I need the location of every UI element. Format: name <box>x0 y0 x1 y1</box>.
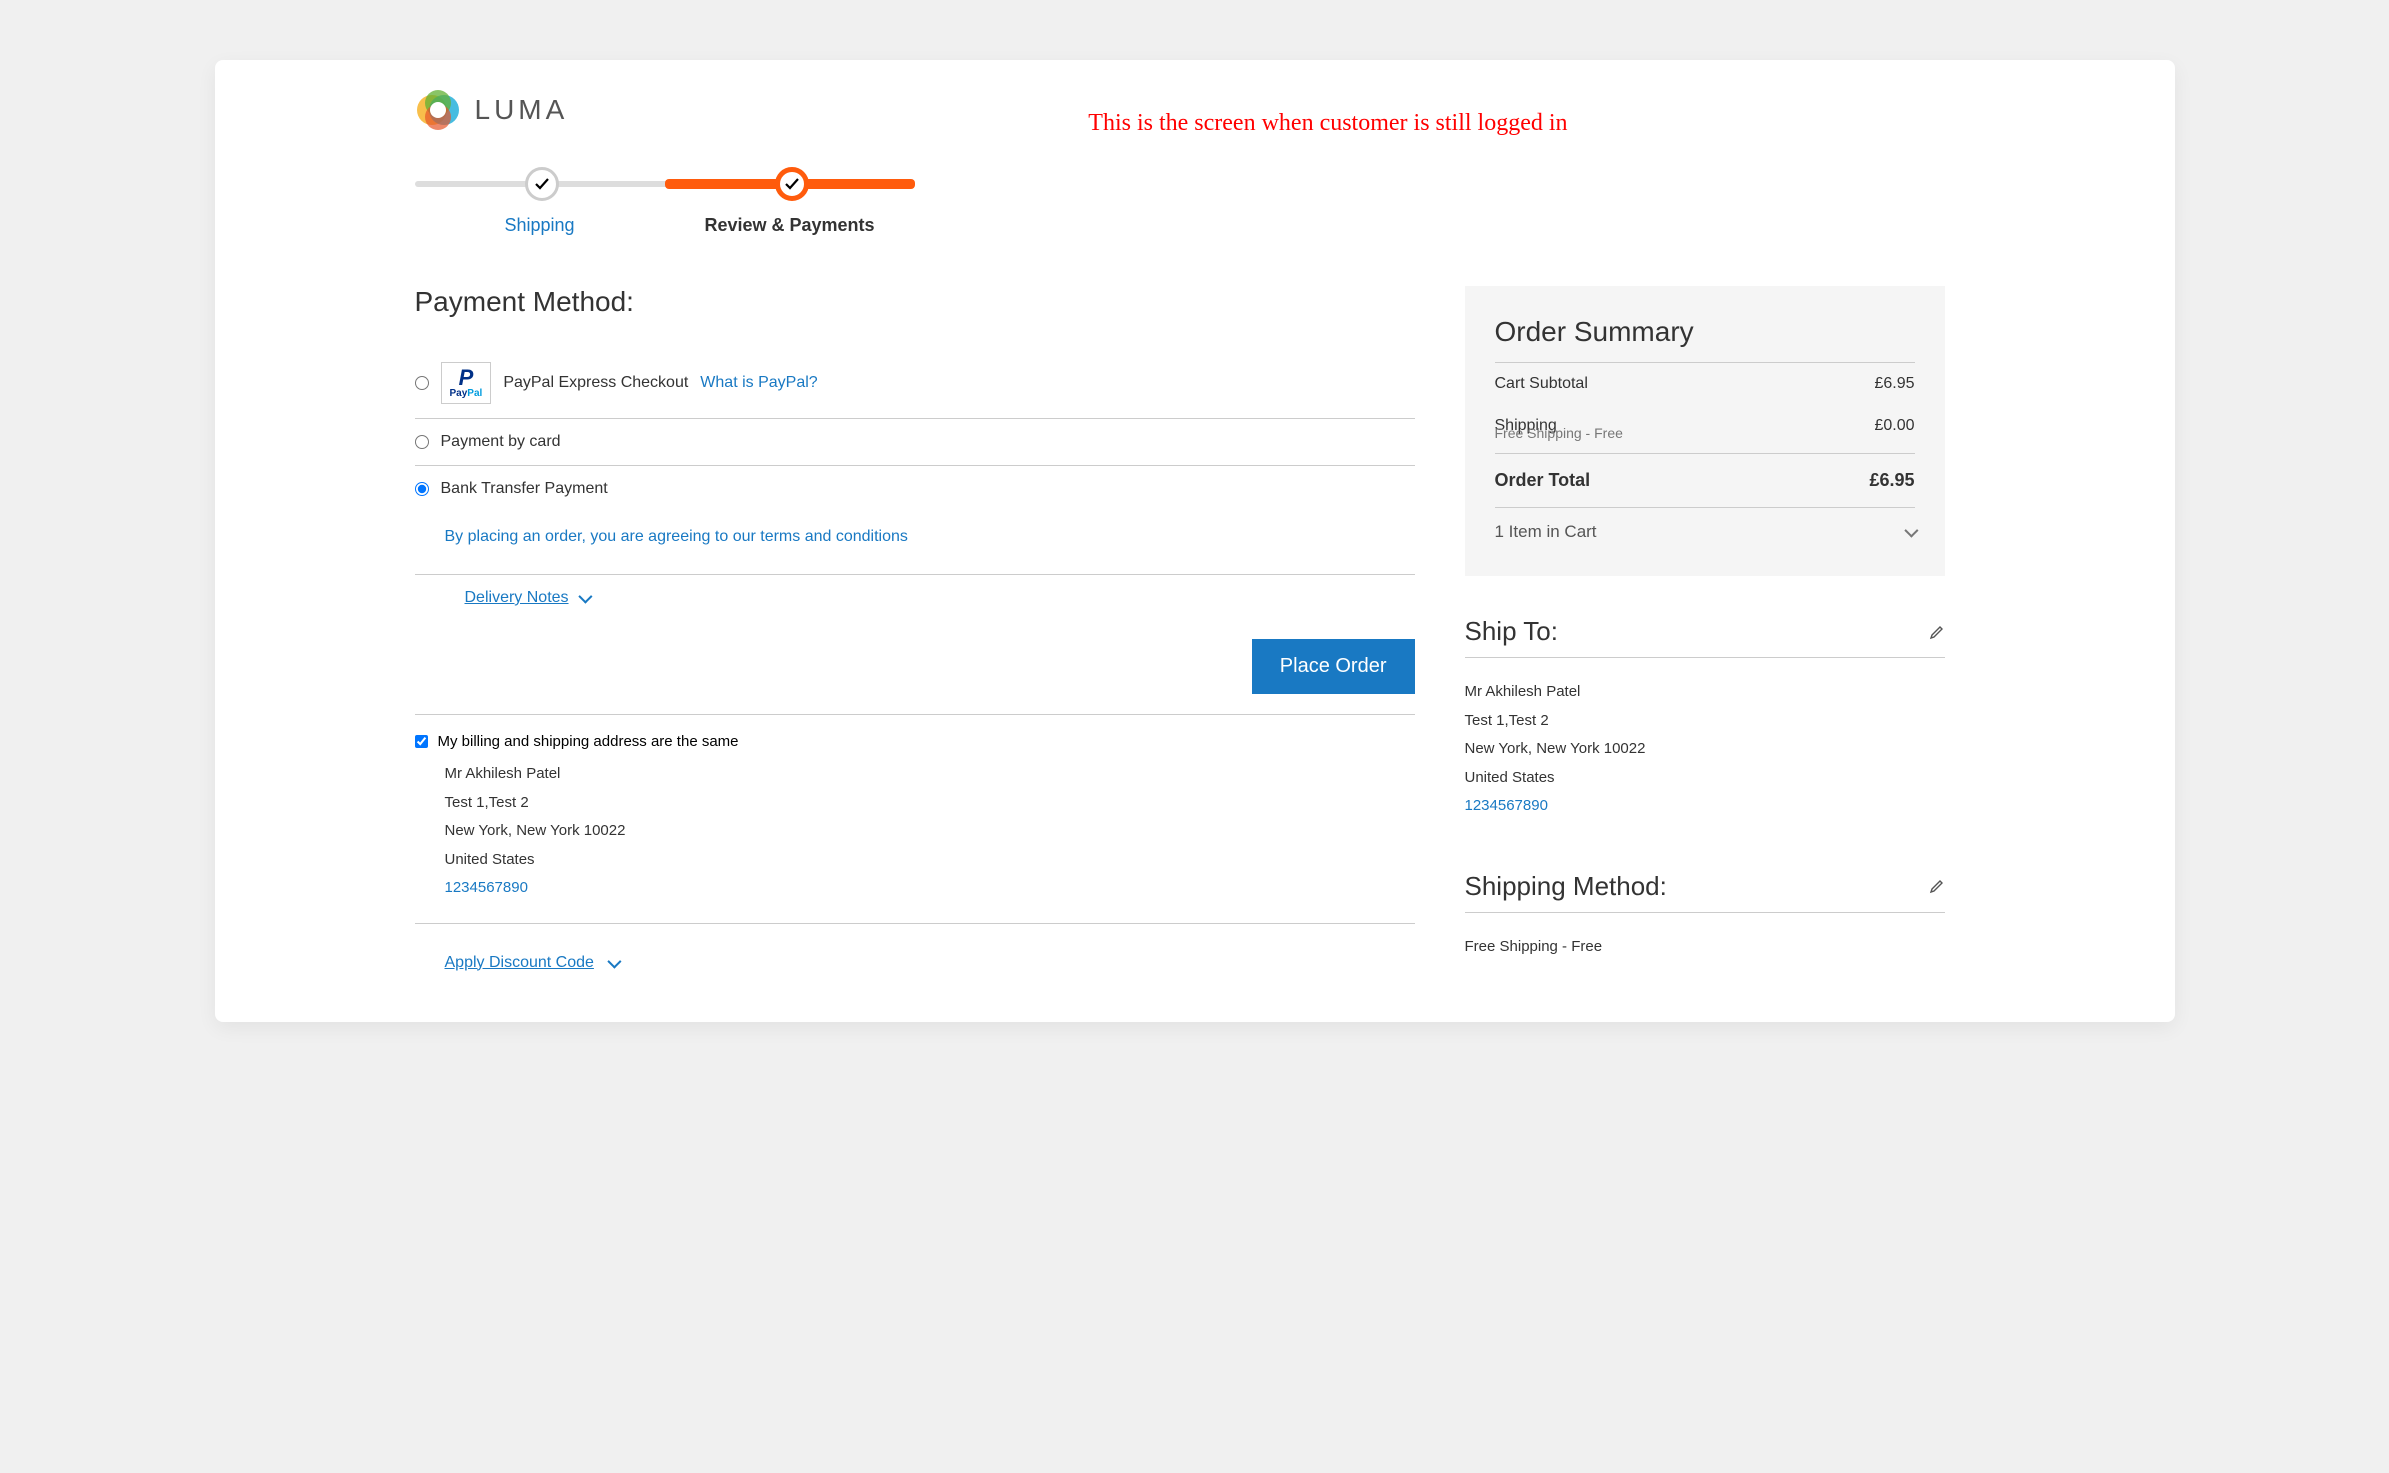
payment-option-paypal[interactable]: P PayPal PayPal Express Checkout What is… <box>415 348 1415 419</box>
chevron-down-icon <box>578 590 592 604</box>
terms-link[interactable]: By placing an order, you are agreeing to… <box>445 528 908 545</box>
ship-name: Mr Akhilesh Patel <box>1465 678 1945 707</box>
subtotal-value: £6.95 <box>1874 375 1914 393</box>
subtotal-label: Cart Subtotal <box>1495 375 1588 393</box>
payment-column: Payment Method: P PayPal PayPal Express … <box>415 286 1415 972</box>
checkout-page: LUMA This is the screen when customer is… <box>215 60 2175 1022</box>
same-address-checkbox[interactable] <box>415 735 428 748</box>
billing-phone[interactable]: 1234567890 <box>445 879 528 896</box>
bank-radio[interactable] <box>415 482 429 496</box>
summary-title: Order Summary <box>1495 316 1915 363</box>
shipping-method-value: Free Shipping - Free <box>1465 933 1945 962</box>
ship-to-title: Ship To: <box>1465 616 1558 647</box>
billing-name: Mr Akhilesh Patel <box>445 760 1415 789</box>
chevron-down-icon <box>1904 524 1918 538</box>
header-row: LUMA This is the screen when customer is… <box>415 90 1975 137</box>
delivery-notes-label: Delivery Notes <box>465 589 569 607</box>
step-review-node[interactable] <box>775 167 809 201</box>
total-value: £6.95 <box>1869 470 1914 491</box>
total-label: Order Total <box>1495 470 1591 491</box>
card-label: Payment by card <box>441 433 561 451</box>
chevron-down-icon <box>607 954 621 968</box>
same-address-label: My billing and shipping address are the … <box>438 733 739 750</box>
items-label: 1 Item in Cart <box>1495 522 1597 542</box>
ship-phone[interactable]: 1234567890 <box>1465 797 1548 814</box>
shipping-sub: Free Shipping - Free <box>1495 425 1915 454</box>
shipping-value: £0.00 <box>1874 417 1914 435</box>
billing-address: Mr Akhilesh Patel Test 1,Test 2 New York… <box>415 760 1415 903</box>
ship-country: United States <box>1465 764 1945 793</box>
edit-shipping-method-icon[interactable] <box>1929 878 1945 894</box>
items-in-cart-toggle[interactable]: 1 Item in Cart <box>1495 507 1915 556</box>
billing-city: New York, New York 10022 <box>445 817 1415 846</box>
ship-city: New York, New York 10022 <box>1465 735 1945 764</box>
paypal-logo-icon: P PayPal <box>441 362 492 404</box>
shipping-method-title: Shipping Method: <box>1465 871 1667 902</box>
paypal-radio[interactable] <box>415 376 429 390</box>
place-order-button[interactable]: Place Order <box>1252 639 1415 694</box>
card-radio[interactable] <box>415 435 429 449</box>
brand-name: LUMA <box>475 94 569 126</box>
payment-option-card[interactable]: Payment by card <box>415 419 1415 466</box>
what-is-paypal-link[interactable]: What is PayPal? <box>700 374 817 392</box>
check-icon <box>784 176 800 192</box>
brand: LUMA <box>415 90 569 130</box>
billing-country: United States <box>445 846 1415 875</box>
shipping-method-section: Shipping Method: Free Shipping - Free <box>1465 871 1945 972</box>
edit-ship-to-icon[interactable] <box>1929 624 1945 640</box>
summary-column: Order Summary Cart Subtotal £6.95 Shippi… <box>1465 286 1945 972</box>
ship-street: Test 1,Test 2 <box>1465 707 1945 736</box>
order-summary: Order Summary Cart Subtotal £6.95 Shippi… <box>1465 286 1945 576</box>
payment-option-bank[interactable]: Bank Transfer Payment <box>415 466 1415 512</box>
check-icon <box>534 176 550 192</box>
step-shipping-label[interactable]: Shipping <box>415 215 665 236</box>
step-review-label: Review & Payments <box>665 215 915 236</box>
annotation-text: This is the screen when customer is stil… <box>1088 110 1567 137</box>
discount-label: Apply Discount Code <box>445 954 594 972</box>
paypal-label: PayPal Express Checkout <box>503 374 688 392</box>
step-shipping-node[interactable] <box>525 167 559 201</box>
bank-label: Bank Transfer Payment <box>441 480 608 498</box>
delivery-notes-toggle[interactable]: Delivery Notes <box>465 589 589 607</box>
billing-street: Test 1,Test 2 <box>445 789 1415 818</box>
checkout-progress: Shipping Review & Payments <box>415 167 915 236</box>
ship-to-section: Ship To: Mr Akhilesh Patel Test 1,Test 2… <box>1465 616 1945 831</box>
payment-heading: Payment Method: <box>415 286 1415 318</box>
apply-discount-toggle[interactable]: Apply Discount Code <box>445 954 618 972</box>
luma-logo-icon <box>415 90 461 130</box>
